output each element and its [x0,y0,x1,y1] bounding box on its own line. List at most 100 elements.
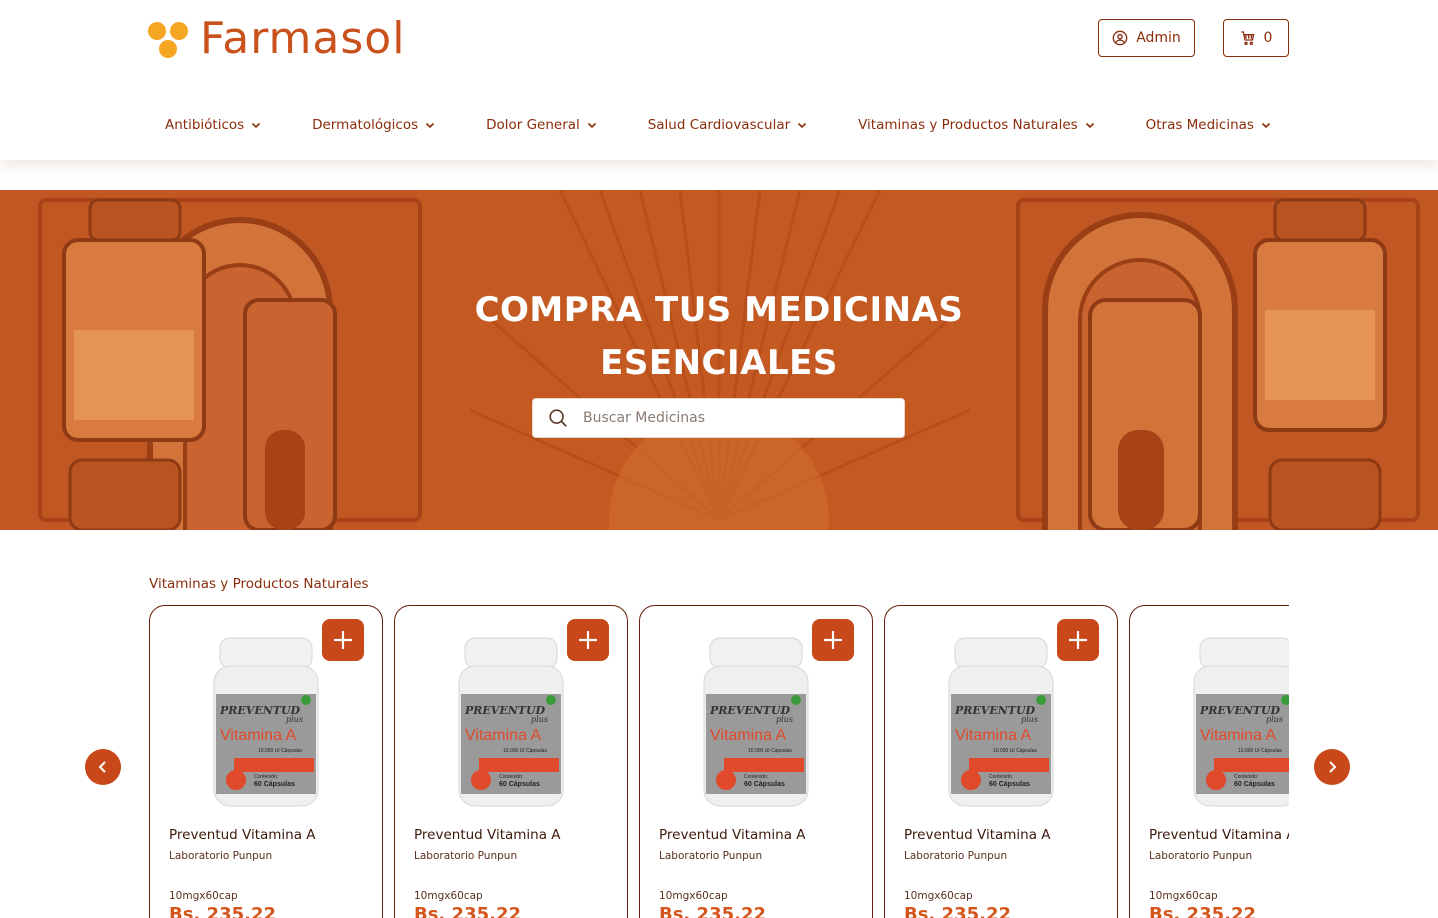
product-image: PREVENTUD plus Vitamina A 10.000 UI Cáps… [948,637,1054,807]
logo-icon [148,16,194,62]
chevron-left-icon [98,761,106,773]
nav-item-vitaminas[interactable]: Vitaminas y Productos Naturales [858,117,1096,133]
nav-item-dolor-general[interactable]: Dolor General [486,117,598,133]
product-card[interactable]: PREVENTUD plus Vitamina A 10.000 UI Cáps… [1129,605,1289,918]
plus-icon [334,631,352,649]
site-header: Farmasol Admin 0 Antibióticos Dermatológ… [0,0,1438,160]
brand-logo[interactable]: Farmasol [148,12,405,66]
product-image-content-label: Contenido: [989,774,1013,780]
product-image-content-label: Contenido: [499,774,523,780]
product-card[interactable]: PREVENTUD plus Vitamina A 10.000 UI Cáps… [884,605,1118,918]
product-dose: 10mgx60cap [1149,890,1218,902]
product-image-brand-sub: plus [286,715,303,724]
chevron-down-icon [587,122,596,129]
nav-item-label: Vitaminas y Productos Naturales [858,117,1078,133]
product-image-content: 60 Cápsulas [254,781,295,788]
product-image-content-label: Contenido: [1234,774,1258,780]
product-dose: 10mgx60cap [414,890,483,902]
product-image-name: Vitamina A [710,727,787,744]
product-dose: 10mgx60cap [169,890,238,902]
cart-icon [1240,31,1255,45]
hero-title-line2: ESENCIALES [600,343,838,383]
cart-button[interactable]: 0 [1223,19,1289,57]
product-image: PREVENTUD plus Vitamina A 10.000 UI Cáps… [1193,637,1289,807]
product-dose: 10mgx60cap [659,890,728,902]
product-image-brand-sub: plus [776,715,793,724]
product-name[interactable]: Preventud Vitamina A [659,827,806,843]
product-image-brand-sub: plus [1266,715,1283,724]
product-image-name: Vitamina A [220,727,297,744]
search-input[interactable] [581,409,875,427]
user-circle-icon [1112,30,1128,46]
admin-label: Admin [1136,30,1181,46]
chevron-down-icon [1261,122,1271,129]
hero-title-line1: COMPRA TUS MEDICINAS [474,290,964,330]
brand-name: Farmasol [200,13,406,64]
product-carousel: PREVENTUD plus Vitamina A 10.000 UI Cáps… [149,605,1289,918]
product-image: PREVENTUD plus Vitamina A 10.000 UI Cáps… [213,637,319,807]
chevron-down-icon [252,122,261,129]
chevron-down-icon [1085,122,1094,129]
product-lab: Laboratorio Punpun [414,850,518,862]
product-image-content: 60 Cápsulas [989,781,1030,788]
carousel-next-button[interactable] [1314,749,1350,785]
product-name[interactable]: Preventud Vitamina A [1149,827,1289,843]
nav-item-antibioticos[interactable]: Antibióticos [165,117,262,133]
product-image-dose: 10.000 UI Cápsulas [503,748,547,754]
product-image-dose: 10.000 UI Cápsulas [1238,748,1282,754]
cart-count: 0 [1263,30,1273,46]
main-nav: Antibióticos Dermatológicos Dolor Genera… [148,112,1289,138]
plus-icon [579,631,597,649]
search-icon [549,409,567,427]
plus-icon [1069,631,1087,649]
nav-item-otras-medicinas[interactable]: Otras Medicinas [1146,117,1272,133]
product-image-content-label: Contenido: [744,774,768,780]
product-price: Bs. 235.22 [904,904,1011,918]
product-name[interactable]: Preventud Vitamina A [414,827,561,843]
nav-item-salud-cardiovascular[interactable]: Salud Cardiovascular [648,117,808,133]
carousel-prev-button[interactable] [85,749,121,785]
product-image-dose: 10.000 UI Cápsulas [258,748,302,754]
product-image-content: 60 Cápsulas [499,781,540,788]
section-title: Vitaminas y Productos Naturales [149,576,369,592]
product-lab: Laboratorio Punpun [904,850,1008,862]
add-to-cart-button[interactable] [1057,619,1099,661]
product-card[interactable]: PREVENTUD plus Vitamina A 10.000 UI Cáps… [149,605,383,918]
nav-item-label: Salud Cardiovascular [647,117,791,133]
chevron-right-icon [1329,761,1337,773]
product-lab: Laboratorio Punpun [1149,850,1253,862]
nav-item-label: Otras Medicinas [1145,117,1254,133]
nav-item-dermatologicos[interactable]: Dermatológicos [312,117,436,133]
product-image: PREVENTUD plus Vitamina A 10.000 UI Cáps… [703,637,809,807]
admin-button[interactable]: Admin [1098,19,1195,57]
nav-item-label: Dermatológicos [312,117,419,133]
search-bar[interactable] [532,398,905,438]
product-image-brand-sub: plus [1021,715,1038,724]
plus-icon [824,631,842,649]
add-to-cart-button[interactable] [567,619,609,661]
product-image-content-label: Contenido: [254,774,278,780]
product-price: Bs. 235.22 [414,904,521,918]
product-dose: 10mgx60cap [904,890,973,902]
add-to-cart-button[interactable] [322,619,364,661]
product-lab: Laboratorio Punpun [169,850,273,862]
nav-item-label: Dolor General [486,117,580,133]
product-card[interactable]: PREVENTUD plus Vitamina A 10.000 UI Cáps… [639,605,873,918]
hero-title: COMPRA TUS MEDICINAS ESENCIALES [0,284,1438,390]
product-image: PREVENTUD plus Vitamina A 10.000 UI Cáps… [458,637,564,807]
product-price: Bs. 235.22 [659,904,766,918]
product-image-dose: 10.000 UI Cápsulas [993,748,1037,754]
nav-item-label: Antibióticos [165,117,245,133]
chevron-down-icon [426,122,435,129]
product-image-name: Vitamina A [465,727,542,744]
product-name[interactable]: Preventud Vitamina A [904,827,1051,843]
chevron-down-icon [798,122,807,129]
product-image-content: 60 Cápsulas [744,781,785,788]
product-price: Bs. 235.22 [1149,904,1256,918]
product-lab: Laboratorio Punpun [659,850,763,862]
product-price: Bs. 235.22 [169,904,276,918]
product-card[interactable]: PREVENTUD plus Vitamina A 10.000 UI Cáps… [394,605,628,918]
product-name[interactable]: Preventud Vitamina A [169,827,316,843]
product-image-name: Vitamina A [955,727,1032,744]
add-to-cart-button[interactable] [812,619,854,661]
